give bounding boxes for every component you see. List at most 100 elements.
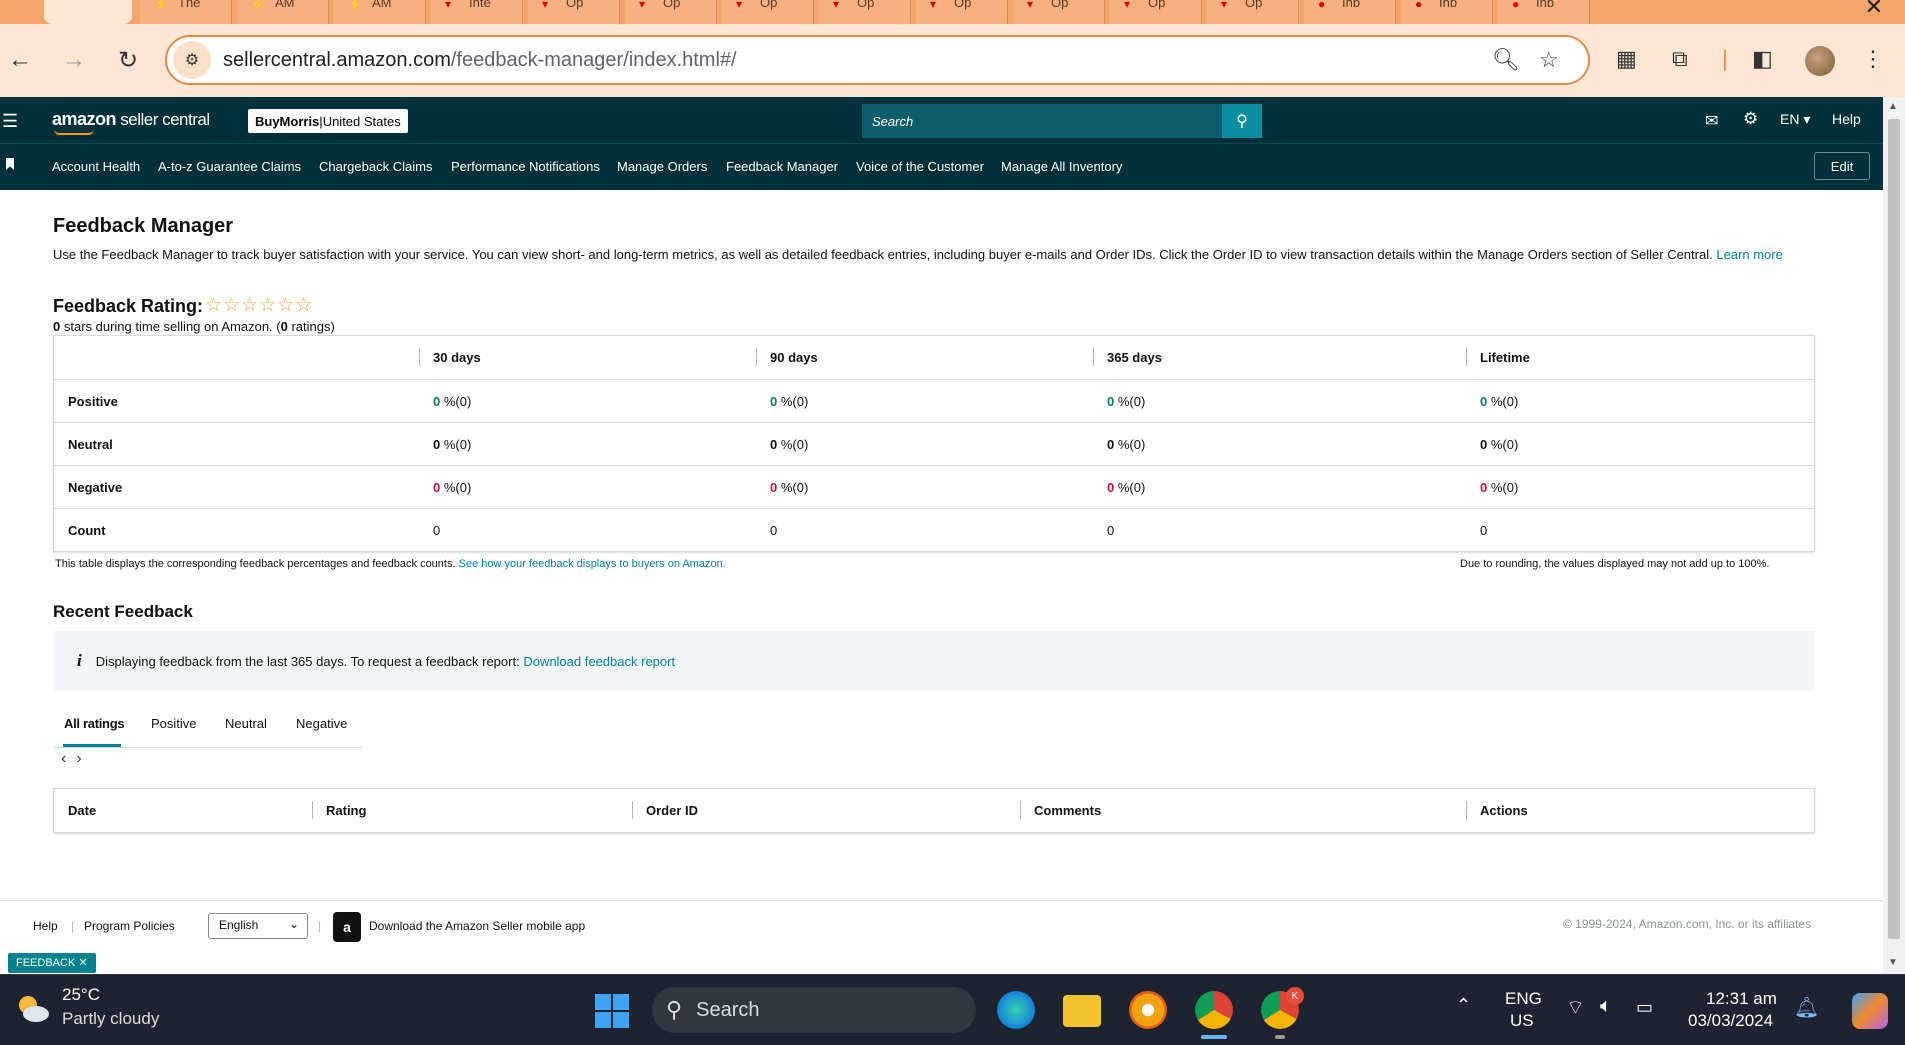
notification-bell-icon[interactable]: 🔔︎ [1794, 995, 1819, 1020]
browser-tab[interactable]: ● Inb [1498, 0, 1590, 24]
nav-account-health[interactable]: Account Health [52, 159, 140, 174]
col-actions[interactable]: Actions [1466, 801, 1766, 819]
tab-title: Op [663, 0, 681, 10]
wifi-icon[interactable]: ⌔ [1566, 995, 1585, 1020]
download-app-link[interactable]: Download the Amazon Seller mobile app [369, 919, 585, 933]
page-scrollbar[interactable]: ▲ ▼ [1883, 97, 1905, 974]
reload-icon[interactable]: ↻ [110, 42, 146, 78]
input-region[interactable]: US [1510, 1011, 1534, 1031]
edit-nav-button[interactable]: Edit [1814, 152, 1870, 180]
browser-tab[interactable]: ▾ Op [819, 0, 911, 24]
mail-icon[interactable]: ✉ [1705, 111, 1718, 131]
gear-icon[interactable]: ⚙ [1743, 109, 1758, 129]
file-explorer-icon[interactable] [1063, 995, 1101, 1027]
tab-neutral[interactable]: Neutral [225, 716, 267, 731]
scroll-up-icon[interactable]: ▲ [1888, 101, 1898, 112]
amazon-app-icon[interactable]: a [333, 912, 361, 942]
col-date[interactable]: Date [54, 803, 312, 818]
nav-a-to-z-claims[interactable]: A-to-z Guarantee Claims [158, 159, 301, 174]
chevron-down-icon: ⌄ [288, 917, 299, 931]
footer-language-select[interactable]: English ⌄ [208, 913, 308, 939]
learn-more-link[interactable]: Learn more [1716, 247, 1782, 262]
search-button[interactable]: ⚲ [1222, 104, 1262, 138]
back-icon[interactable]: ← [2, 42, 38, 78]
menu-icon[interactable]: ⋮ [1862, 46, 1884, 72]
col-rating[interactable]: Rating [312, 801, 632, 819]
site-info-icon[interactable]: ⚙ [173, 41, 211, 79]
volume-icon[interactable]: 🔈︎ [1600, 995, 1612, 1018]
tab-negative[interactable]: Negative [296, 716, 347, 731]
account-switcher[interactable]: BuyMorris | United States [248, 109, 408, 133]
qr-code-icon[interactable]: ▦ [1616, 46, 1637, 72]
metrics-note: This table displays the corresponding fe… [55, 558, 726, 570]
chevron-right-icon[interactable]: › [76, 750, 81, 767]
zoom-icon[interactable]: 🔍︎ [1492, 47, 1520, 73]
browser-tab[interactable]: ▾ Op [1110, 0, 1202, 24]
language-selector[interactable]: EN ▾ [1780, 111, 1810, 128]
metric-cell: 0 %(0) [1107, 393, 1146, 409]
browser-tab[interactable]: ▾ Op [625, 0, 717, 24]
hamburger-menu-icon[interactable]: ☰ [2, 111, 18, 132]
browser-tab[interactable]: ● Inb [1304, 0, 1396, 24]
side-panel-icon[interactable]: ◧ [1752, 46, 1773, 72]
help-link[interactable]: Help [1832, 111, 1861, 127]
tab-favicon-icon: ● [1512, 0, 1520, 11]
url-text[interactable]: sellercentral.amazon.com/feedback-manage… [223, 49, 737, 72]
tab-title: Inb [1536, 0, 1555, 10]
browser-tab[interactable]: ▾ Inte [431, 0, 523, 24]
buyer-display-link[interactable]: See how your feedback displays to buyers… [459, 558, 726, 570]
edge-icon[interactable] [997, 991, 1035, 1029]
col-order-id[interactable]: Order ID [632, 801, 1020, 819]
tab-positive[interactable]: Positive [151, 716, 197, 731]
clock-time[interactable]: 12:31 am [1706, 989, 1777, 1009]
profile-avatar[interactable] [1805, 46, 1835, 76]
copilot-icon[interactable] [1852, 993, 1888, 1029]
tab-all-ratings[interactable]: All ratings [64, 716, 125, 731]
bookmark-icon[interactable] [6, 158, 14, 170]
chevron-up-icon[interactable]: ⌃ [1456, 995, 1471, 1016]
feedback-badge[interactable]: FEEDBACK ✕ [8, 953, 96, 973]
nav-manage-inventory[interactable]: Manage All Inventory [1001, 159, 1122, 174]
chrome-icon[interactable] [1195, 991, 1233, 1029]
download-report-link[interactable]: Download feedback report [523, 654, 675, 669]
weather-temp[interactable]: 25°C [62, 985, 100, 1005]
footer-policies-link[interactable]: Program Policies [84, 919, 175, 933]
forward-icon[interactable]: → [56, 42, 92, 78]
browser-tab[interactable]: ▾ Op [916, 0, 1008, 24]
scroll-thumb[interactable] [1888, 119, 1900, 939]
windows-start-icon[interactable] [595, 994, 629, 1028]
col-comments[interactable]: Comments [1020, 801, 1466, 819]
weather-icon[interactable] [14, 989, 52, 1027]
scroll-down-icon[interactable]: ▼ [1888, 957, 1898, 968]
taskbar-search[interactable]: ⚲ Search [652, 987, 976, 1033]
address-bar[interactable]: ⚙ sellercentral.amazon.com/feedback-mana… [165, 35, 1590, 85]
nav-manage-orders[interactable]: Manage Orders [617, 159, 707, 174]
nav-voice-of-customer[interactable]: Voice of the Customer [856, 159, 984, 174]
browser-tab[interactable]: ▾ Op [1013, 0, 1105, 24]
input-language[interactable]: ENG [1505, 989, 1542, 1009]
metrics-row-negative: Negative 0 %(0) 0 %(0) 0 %(0) 0 %(0) [54, 465, 1814, 508]
browser-tab[interactable]: ● Inb [1401, 0, 1493, 24]
browser-tab[interactable]: ⚡ AM [237, 0, 329, 24]
browser-tab[interactable]: ⚡ The [140, 0, 232, 24]
seller-central-logo[interactable]: amazon seller central [52, 109, 210, 130]
active-tab[interactable]: ✕ [44, 0, 154, 24]
battery-icon[interactable]: ▭ [1636, 997, 1653, 1018]
nav-feedback-manager[interactable]: Feedback Manager [726, 159, 838, 174]
browser-tab[interactable]: ▾ Op [722, 0, 814, 24]
browser-app-icon[interactable] [1129, 991, 1167, 1029]
extensions-icon[interactable]: ⧉ [1672, 46, 1688, 72]
search-input[interactable]: Search [862, 104, 1222, 138]
bookmark-star-icon[interactable]: ☆ [1539, 47, 1559, 73]
browser-tab[interactable]: ▾ Op [1207, 0, 1299, 24]
clock-date[interactable]: 03/03/2024 [1688, 1011, 1773, 1031]
nav-performance-notifications[interactable]: Performance Notifications [451, 159, 600, 174]
window-close-icon[interactable]: ✕ [1865, 0, 1883, 20]
browser-tab[interactable]: ▾ Op [528, 0, 620, 24]
footer-separator: | [71, 919, 75, 933]
browser-tab[interactable]: ⚡ AM [334, 0, 426, 24]
weather-desc[interactable]: Partly cloudy [62, 1009, 159, 1029]
nav-chargeback-claims[interactable]: Chargeback Claims [319, 159, 432, 174]
chevron-left-icon[interactable]: ‹ [61, 750, 66, 767]
footer-help-link[interactable]: Help [33, 919, 58, 933]
